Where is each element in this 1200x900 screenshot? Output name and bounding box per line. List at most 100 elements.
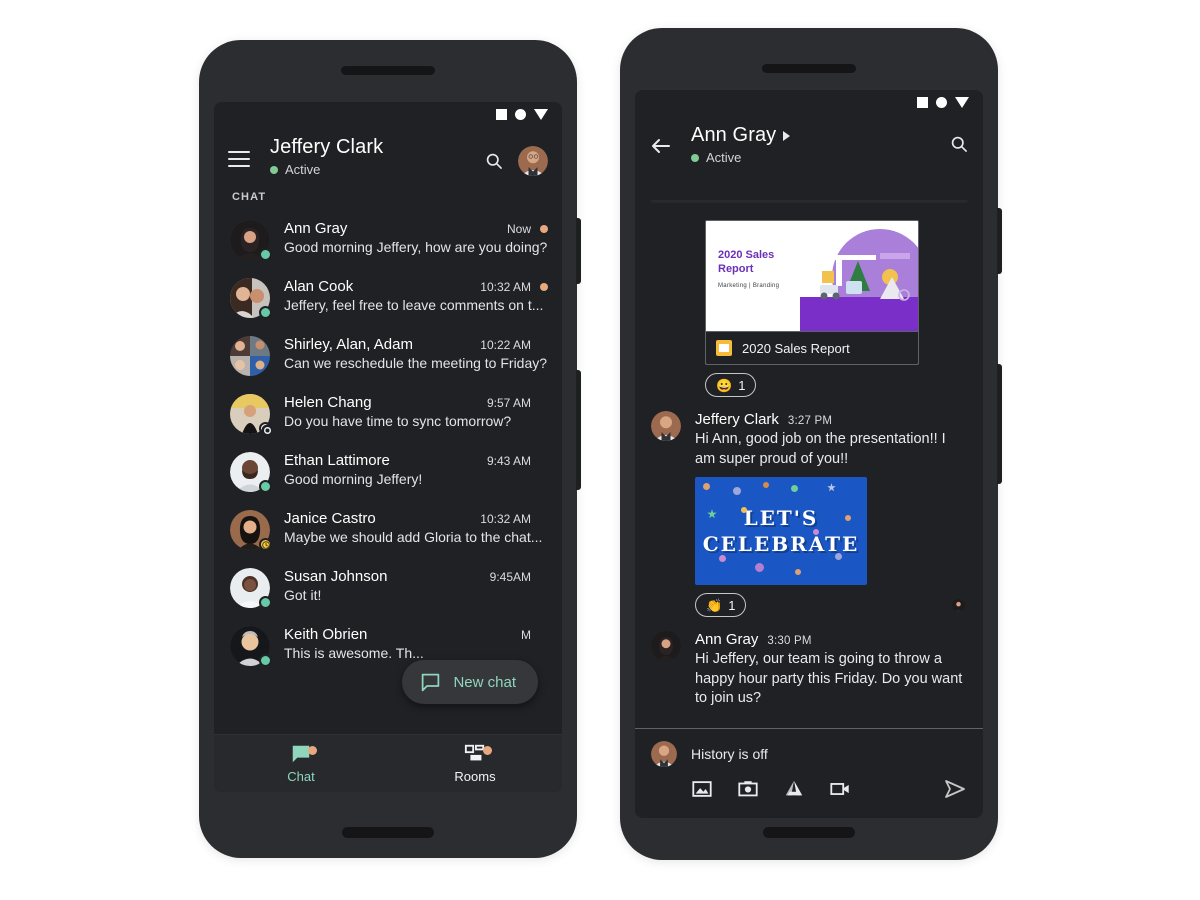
composer-top-row: History is off xyxy=(635,729,983,767)
avatar-wrap xyxy=(230,278,272,319)
presence-badge-online-icon xyxy=(259,306,272,319)
app-bar-right: Ann Gray Active xyxy=(635,114,983,165)
chat-list-item[interactable]: Alan Cook 10:32 AM Jeffery, feel free to… xyxy=(214,269,562,327)
attachment-card[interactable]: 2020 Sales Report Marketing | Branding 2… xyxy=(705,220,919,365)
message-input[interactable]: History is off xyxy=(691,746,768,762)
chat-item-body: Alan Cook 10:32 AM Jeffery, feel free to… xyxy=(284,278,548,313)
presence-badge-online-icon xyxy=(259,654,272,667)
avatar[interactable] xyxy=(651,411,681,441)
earpiece-speaker xyxy=(762,64,856,73)
conversation-title: Ann Gray xyxy=(691,124,949,147)
triangle-down-icon xyxy=(534,108,548,120)
avatar xyxy=(651,741,677,767)
chat-item-top: Ethan Lattimore 9:43 AM xyxy=(284,452,548,469)
chat-list-item[interactable]: Ethan Lattimore 9:43 AM Good morning Jef… xyxy=(214,443,562,501)
header-title-block: Jeffery Clark Active xyxy=(270,136,484,177)
home-indicator xyxy=(342,827,434,838)
chat-item-message: Good morning Jeffery! xyxy=(284,471,423,487)
message-text: Hi Jeffery, our team is going to throw a… xyxy=(695,651,963,707)
search-icon[interactable] xyxy=(484,151,504,171)
chat-badge-dot-icon xyxy=(308,746,317,755)
message-sender: Jeffery Clark xyxy=(695,411,779,428)
back-button[interactable] xyxy=(649,124,691,163)
presence-label: Active xyxy=(285,162,321,177)
camera-icon[interactable] xyxy=(737,778,759,800)
chat-item-top: Shirley, Alan, Adam 10:22 AM xyxy=(284,336,548,353)
clapping-hands-icon: 👏 xyxy=(706,597,723,613)
avatar[interactable] xyxy=(651,631,681,662)
message-image[interactable]: LET'S CELEBRATE xyxy=(695,477,867,586)
presence-status: Active xyxy=(691,150,949,165)
conversation-scroll[interactable]: 2020 Sales Report Marketing | Branding 2… xyxy=(635,200,983,728)
chat-item-top: Susan Johnson 9:45AM xyxy=(284,568,548,585)
circle-icon xyxy=(936,96,947,108)
video-icon[interactable] xyxy=(829,778,851,800)
chat-list-item[interactable]: Ann Gray Now Good morning Jeffery, how a… xyxy=(214,211,562,269)
earpiece-speaker xyxy=(341,66,435,75)
chat-item-name: Janice Castro xyxy=(284,510,376,527)
attachment-doc-subtitle: Marketing | Branding xyxy=(718,283,780,289)
tab-rooms-label: Rooms xyxy=(454,769,496,784)
chat-item-name: Ethan Lattimore xyxy=(284,452,390,469)
presence-dot-icon xyxy=(691,153,699,162)
reaction-count: 1 xyxy=(738,377,746,393)
power-button[interactable] xyxy=(576,370,581,490)
tab-rooms[interactable]: Rooms xyxy=(388,735,562,792)
rooms-badge-dot-icon xyxy=(483,746,492,755)
chat-item-name: Ann Gray xyxy=(284,220,348,237)
avatar[interactable] xyxy=(518,146,548,176)
presence-status: Active xyxy=(270,162,484,177)
app-bar-actions xyxy=(484,136,548,176)
power-button[interactable] xyxy=(997,364,1002,484)
hamburger-menu-icon xyxy=(228,151,250,167)
chat-item-time: 9:57 AM xyxy=(486,395,531,410)
chat-item-message: Maybe we should add Gloria to the chat..… xyxy=(284,529,543,545)
presence-label: Active xyxy=(706,150,742,165)
image-icon[interactable] xyxy=(691,778,713,800)
unread-dot-icon xyxy=(540,224,548,233)
tab-chat[interactable]: Chat xyxy=(214,735,388,792)
message-header: Jeffery Clark 3:27 PM xyxy=(695,411,967,428)
chat-item-time: 10:32 AM xyxy=(480,279,531,294)
home-indicator xyxy=(763,827,855,838)
avatar-group xyxy=(230,336,270,376)
avatar-wrap xyxy=(230,452,272,493)
chat-item-message: Do you have time to sync tomorrow? xyxy=(284,413,512,429)
chat-item-top: Keith Obrien M xyxy=(284,626,548,643)
reaction-pill[interactable]: 👏 1 xyxy=(695,593,747,618)
chat-list: Ann Gray Now Good morning Jeffery, how a… xyxy=(214,211,562,681)
chat-item-name: Alan Cook xyxy=(284,278,354,295)
message-composer: History is off xyxy=(635,728,983,818)
phone-device-left: Jeffery Clark Active CHAT Ann Gray Now G… xyxy=(199,40,581,858)
new-chat-icon xyxy=(422,673,440,691)
volume-button[interactable] xyxy=(997,208,1002,274)
unread-dot-icon xyxy=(540,282,548,291)
volume-button[interactable] xyxy=(576,218,581,284)
chat-list-item[interactable]: Shirley, Alan, Adam 10:22 AM Can we resc… xyxy=(214,327,562,385)
header-title-block[interactable]: Ann Gray Active xyxy=(691,124,949,165)
attachment-file-name: 2020 Sales Report xyxy=(742,340,850,356)
message-text: Hi Ann, good job on the presentation!! I… xyxy=(695,431,946,467)
chat-list-item[interactable]: Janice Castro 10:32 AM Maybe we should a… xyxy=(214,501,562,559)
presence-dot-icon xyxy=(270,165,278,174)
conversation-title-text: Ann Gray xyxy=(691,124,777,146)
message-time: 3:30 PM xyxy=(767,635,812,648)
avatar-wrap xyxy=(230,220,272,261)
chat-item-time: Now xyxy=(506,221,531,236)
google-drive-icon[interactable] xyxy=(783,778,805,800)
chat-item-name: Helen Chang xyxy=(284,394,372,411)
reaction-pill[interactable]: 😀 1 xyxy=(705,373,757,397)
chat-list-item[interactable]: Susan Johnson 9:45AM Got it! xyxy=(214,559,562,617)
chat-item-message: This is awesome. Th... xyxy=(284,645,424,661)
section-label-chat: CHAT xyxy=(232,191,267,203)
avatar-wrap xyxy=(230,336,270,376)
hamburger-menu-button[interactable] xyxy=(228,136,270,172)
send-icon[interactable] xyxy=(943,777,967,801)
new-chat-button[interactable]: New chat xyxy=(402,660,538,704)
chat-item-body: Helen Chang 9:57 AM Do you have time to … xyxy=(284,394,548,429)
chat-item-time: 9:43 AM xyxy=(486,453,531,468)
avatar-wrap xyxy=(230,626,272,667)
chat-list-item[interactable]: Helen Chang 9:57 AM Do you have time to … xyxy=(214,385,562,443)
chat-item-body: Shirley, Alan, Adam 10:22 AM Can we resc… xyxy=(284,336,548,371)
search-icon[interactable] xyxy=(949,134,969,154)
